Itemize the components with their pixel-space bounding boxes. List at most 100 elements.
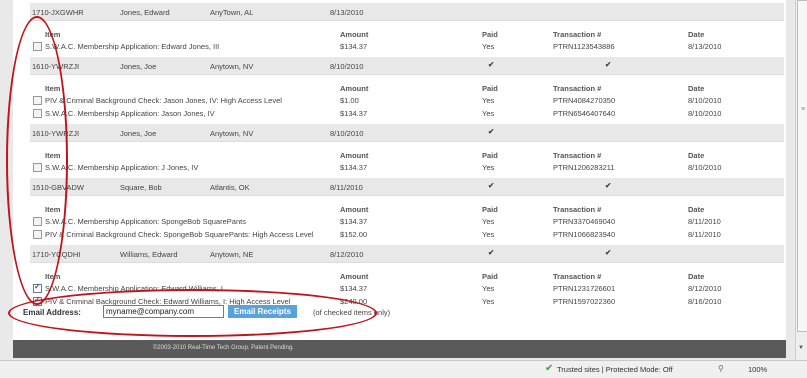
header-date: Date: [688, 84, 705, 93]
footer-copyright: ©2003-2010 Real-Time Tech Group. Patent …: [153, 345, 294, 351]
header-paid: Paid: [482, 205, 498, 214]
item-amount: $134.37: [340, 163, 368, 172]
item-row: PIV & Criminal Background Check: SpongeB…: [30, 228, 784, 241]
item-date: 8/11/2010: [688, 217, 721, 226]
group-location: Anytown, NV: [210, 129, 254, 138]
group-row: 1610-YWRZJI Jones, Joe Anytown, NV 8/10/201…: [30, 124, 784, 142]
header-transaction: Transaction #: [553, 30, 602, 39]
browser-page: 1710-JXGWHR Jones, Edward AnyTown, AL 8/13/…: [0, 0, 795, 360]
scrollbar-thumb[interactable]: ≡: [797, 0, 807, 332]
group-date: 8/13/2010: [330, 8, 364, 17]
group-location: AnyTown, AL: [210, 8, 254, 17]
group-location: Anytown, NV: [210, 62, 254, 71]
item-paid: Yes: [482, 284, 495, 293]
trusted-check-icon: ✔: [545, 363, 554, 374]
scroll-down-icon[interactable]: ▼: [798, 345, 804, 351]
item-transaction: PTRN6546407640: [553, 109, 616, 118]
header-amount: Amount: [340, 205, 369, 214]
header-paid: Paid: [482, 151, 498, 160]
header-paid: Paid: [482, 30, 498, 39]
magnifier-icon[interactable]: ⚲: [718, 364, 724, 373]
items-header: Item Amount Paid Transaction # Date: [30, 25, 784, 40]
annotation-ring-checkboxes: [6, 16, 68, 305]
item-paid: Yes: [482, 217, 495, 226]
transactions-list: 1710-JXGWHR Jones, Edward AnyTown, AL 8/13/…: [30, 3, 784, 312]
security-zone-text: Trusted sites | Protected Mode: Off: [557, 365, 673, 374]
item-description: S.W.A.C. Membership Application: SpongeB…: [45, 217, 246, 226]
items-header: Item Amount Paid Transaction # Date: [30, 146, 784, 161]
vertical-scrollbar[interactable]: ≡ ▼: [795, 0, 807, 360]
item-row: S.W.A.C. Membership Application: Edward …: [30, 40, 784, 53]
transaction-check-icon: ✔: [605, 248, 612, 257]
item-paid: Yes: [482, 96, 495, 105]
item-transaction: PTRN1066823940: [553, 230, 616, 239]
item-transaction: PTRN3370469040: [553, 217, 616, 226]
item-date: 8/11/2010: [688, 230, 721, 239]
item-row: PIV & Criminal Background Check: Jason J…: [30, 94, 784, 107]
header-paid: Paid: [482, 84, 498, 93]
receipts-panel: 1710-JXGWHR Jones, Edward AnyTown, AL 8/13/…: [13, 0, 786, 340]
item-amount: $152.00: [340, 230, 368, 239]
transaction-check-icon: ✔: [605, 60, 612, 69]
header-transaction: Transaction #: [553, 205, 602, 214]
header-date: Date: [688, 151, 705, 160]
header-date: Date: [688, 30, 705, 39]
group-name: Jones, Joe: [120, 129, 157, 138]
item-date: 8/10/2010: [688, 96, 722, 105]
group-date: 8/10/2010: [330, 129, 364, 138]
item-paid: Yes: [482, 230, 495, 239]
header-amount: Amount: [340, 30, 369, 39]
item-amount: $134.37: [340, 217, 368, 226]
item-description: PIV & Criminal Background Check: Jason J…: [45, 96, 282, 105]
group-name: Williams, Edward: [120, 250, 178, 259]
group-name: Jones, Edward: [120, 8, 170, 17]
header-transaction: Transaction #: [553, 272, 602, 281]
item-date: 8/10/2010: [688, 163, 722, 172]
item-row: S.W.A.C. Membership Application: SpongeB…: [30, 215, 784, 228]
header-date: Date: [688, 272, 705, 281]
header-date: Date: [688, 205, 705, 214]
paid-check-icon: ✔: [488, 248, 495, 257]
status-bar: ✔ Trusted sites | Protected Mode: Off ⚲ …: [0, 360, 807, 378]
item-paid: Yes: [482, 109, 495, 118]
group-name: Jones, Joe: [120, 62, 157, 71]
item-description: PIV & Criminal Background Check: SpongeB…: [45, 230, 314, 239]
group-row: 1610-YWRZJI Jones, Joe Anytown, NV 8/10/201…: [30, 57, 784, 75]
item-description: S.W.A.C. Membership Application: Edward …: [45, 42, 220, 51]
item-date: 8/12/2010: [688, 284, 722, 293]
group-name: Square, Bob: [120, 183, 162, 192]
item-date: 8/10/2010: [688, 109, 722, 118]
group-date: 8/10/2010: [330, 62, 364, 71]
item-description: S.W.A.C. Membership Application: Jason J…: [45, 109, 215, 118]
item-date: 8/13/2010: [688, 42, 722, 51]
item-amount: $134.37: [340, 42, 368, 51]
transaction-check-icon: ✔: [605, 181, 612, 190]
header-amount: Amount: [340, 272, 369, 281]
header-transaction: Transaction #: [553, 84, 602, 93]
group-location: Anytown, NE: [210, 250, 254, 259]
grip-icon: ≡: [801, 106, 806, 113]
paid-check-icon: ✔: [488, 181, 495, 190]
item-amount: $1.00: [340, 96, 359, 105]
item-amount: $134.37: [340, 109, 368, 118]
group-date: 8/12/2010: [330, 250, 364, 259]
item-paid: Yes: [482, 42, 495, 51]
paid-check-icon: ✔: [488, 127, 495, 136]
items-header: Item Amount Paid Transaction # Date: [30, 79, 784, 94]
item-description: S.W.A.C. Membership Application: J Jones…: [45, 163, 199, 172]
item-transaction: PTRN1206283211: [553, 163, 615, 172]
zoom-level[interactable]: 100%: [748, 365, 767, 374]
item-paid: Yes: [482, 163, 495, 172]
items-header: Item Amount Paid Transaction # Date: [30, 267, 784, 282]
item-transaction: PTRN1231726601: [553, 284, 616, 293]
header-amount: Amount: [340, 84, 369, 93]
annotation-ring-email: [8, 289, 377, 337]
item-transaction: PTRN4084270350: [553, 96, 616, 105]
item-row: S.W.A.C. Membership Application: Jason J…: [30, 107, 784, 120]
header-amount: Amount: [340, 151, 369, 160]
header-paid: Paid: [482, 272, 498, 281]
group-row: 1510-GBVADW Square, Bob Atlantis, OK 8/11/2…: [30, 178, 784, 196]
group-row: 1710-YCQDHI Williams, Edward Anytown, NE 8/…: [30, 245, 784, 263]
group-date: 8/11/2010: [330, 183, 363, 192]
item-row: S.W.A.C. Membership Application: J Jones…: [30, 161, 784, 174]
